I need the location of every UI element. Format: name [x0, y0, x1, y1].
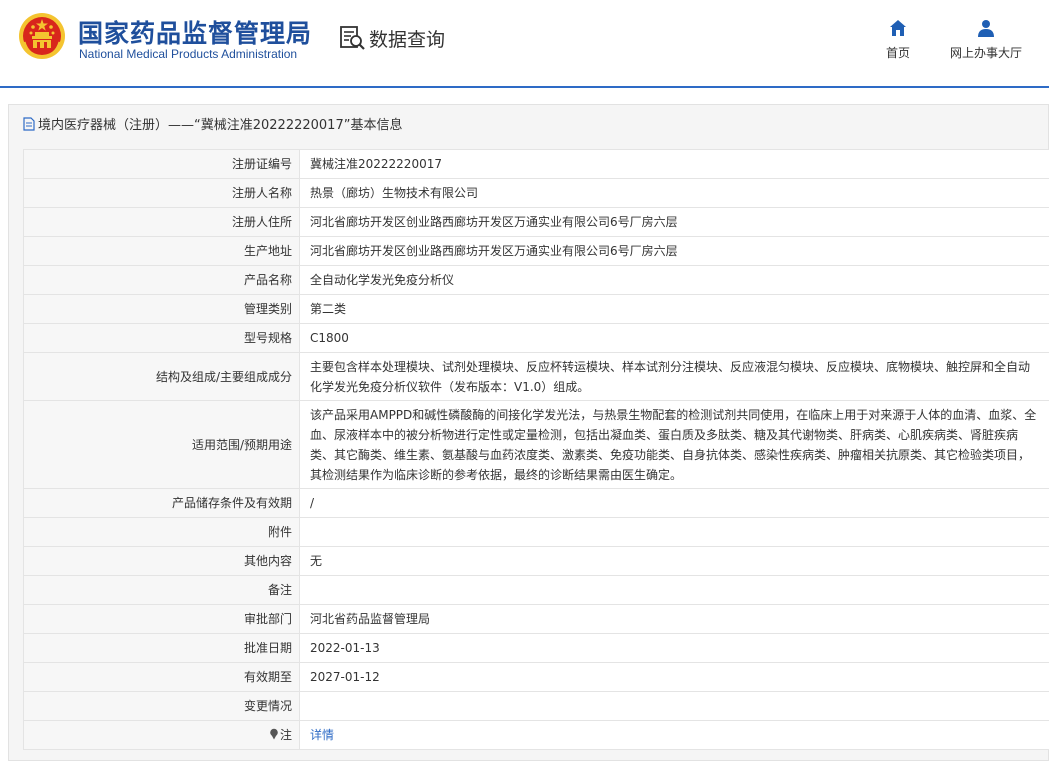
table-row: 注册人名称 热景（廊坊）生物技术有限公司	[23, 178, 1049, 208]
row-label: 结构及组成/主要组成成分	[23, 352, 300, 401]
detail-panel: 境内医疗器械（注册）——“冀械注准20222220017”基本信息 注册证编号 …	[8, 104, 1049, 761]
row-label: 批准日期	[23, 633, 300, 663]
data-search-icon	[340, 26, 365, 50]
note-label-cell: 注	[23, 720, 300, 750]
row-value: 2027-01-12	[299, 662, 1049, 692]
home-icon	[890, 20, 906, 36]
row-label: 其他内容	[23, 546, 300, 576]
data-query-title: 数据查询	[369, 28, 446, 51]
note-value-cell: 详情	[299, 720, 1049, 750]
national-emblem-icon	[19, 13, 65, 59]
row-value: 该产品采用AMPPD和碱性磷酸酶的间接化学发光法，与热景生物配套的检测试剂共同使…	[299, 400, 1049, 489]
row-label: 生产地址	[23, 236, 300, 266]
user-icon	[978, 20, 994, 37]
row-value: 河北省廊坊开发区创业路西廊坊开发区万通实业有限公司6号厂房六层	[299, 236, 1049, 266]
table-row: 产品储存条件及有效期 /	[23, 488, 1049, 518]
table-row: 审批部门 河北省药品监督管理局	[23, 604, 1049, 634]
row-value: 冀械注准20222220017	[299, 149, 1049, 179]
table-row: 附件	[23, 517, 1049, 547]
row-value	[299, 691, 1049, 721]
table-row: 管理类别 第二类	[23, 294, 1049, 324]
row-value: 2022-01-13	[299, 633, 1049, 663]
breadcrumb-text: 境内医疗器械（注册）——“冀械注准20222220017”基本信息	[38, 118, 403, 133]
table-row-note: 注 详情	[23, 720, 1049, 750]
row-label: 管理类别	[23, 294, 300, 324]
note-label: 注	[279, 728, 292, 742]
row-value	[299, 575, 1049, 605]
row-value: 热景（廊坊）生物技术有限公司	[299, 178, 1049, 208]
document-icon	[23, 116, 35, 131]
row-label: 注册证编号	[23, 149, 300, 179]
row-value: 河北省药品监督管理局	[299, 604, 1049, 634]
row-label: 附件	[23, 517, 300, 547]
nav-online-service-hall[interactable]: 网上办事大厅	[946, 18, 1026, 61]
data-query-heading: 数据查询	[339, 24, 445, 52]
nav-home-label: 首页	[885, 46, 910, 60]
site-title: 国家药品监督管理局	[78, 19, 313, 48]
row-label: 适用范围/预期用途	[23, 400, 300, 489]
breadcrumb: 境内医疗器械（注册）——“冀械注准20222220017”基本信息	[23, 114, 402, 133]
row-value: 无	[299, 546, 1049, 576]
nav-online-service-label: 网上办事大厅	[949, 46, 1022, 60]
table-row: 注册证编号 冀械注准20222220017	[23, 149, 1049, 179]
table-row: 适用范围/预期用途 该产品采用AMPPD和碱性磷酸酶的间接化学发光法，与热景生物…	[23, 400, 1049, 489]
table-row: 生产地址 河北省廊坊开发区创业路西廊坊开发区万通实业有限公司6号厂房六层	[23, 236, 1049, 266]
table-row: 结构及组成/主要组成成分 主要包含样本处理模块、试剂处理模块、反应杯转运模块、样…	[23, 352, 1049, 401]
table-row: 有效期至 2027-01-12	[23, 662, 1049, 692]
row-label: 产品储存条件及有效期	[23, 488, 300, 518]
site-header: 国家药品监督管理局 National Medical Products Admi…	[0, 0, 1049, 88]
row-value	[299, 517, 1049, 547]
pin-icon	[270, 728, 278, 740]
row-label: 有效期至	[23, 662, 300, 692]
row-value: /	[299, 488, 1049, 518]
row-label: 注册人名称	[23, 178, 300, 208]
row-label: 变更情况	[23, 691, 300, 721]
table-row: 注册人住所 河北省廊坊开发区创业路西廊坊开发区万通实业有限公司6号厂房六层	[23, 207, 1049, 237]
table-row: 型号规格 C1800	[23, 323, 1049, 353]
table-row: 变更情况	[23, 691, 1049, 721]
registration-info-table: 注册证编号 冀械注准20222220017 注册人名称 热景（廊坊）生物技术有限…	[23, 149, 1049, 750]
row-label: 产品名称	[23, 265, 300, 295]
row-label: 备注	[23, 575, 300, 605]
row-value: 河北省廊坊开发区创业路西廊坊开发区万通实业有限公司6号厂房六层	[299, 207, 1049, 237]
row-label: 审批部门	[23, 604, 300, 634]
row-value: C1800	[299, 323, 1049, 353]
table-row: 其他内容 无	[23, 546, 1049, 576]
row-label: 注册人住所	[23, 207, 300, 237]
row-value: 全自动化学发光免疫分析仪	[299, 265, 1049, 295]
details-link[interactable]: 详情	[310, 728, 334, 742]
table-row: 批准日期 2022-01-13	[23, 633, 1049, 663]
row-label: 型号规格	[23, 323, 300, 353]
site-subtitle: National Medical Products Administration	[79, 47, 298, 61]
row-value: 第二类	[299, 294, 1049, 324]
row-value: 主要包含样本处理模块、试剂处理模块、反应杯转运模块、样本试剂分注模块、反应液混匀…	[299, 352, 1049, 401]
nav-home[interactable]: 首页	[858, 18, 938, 61]
table-row: 备注	[23, 575, 1049, 605]
table-row: 产品名称 全自动化学发光免疫分析仪	[23, 265, 1049, 295]
